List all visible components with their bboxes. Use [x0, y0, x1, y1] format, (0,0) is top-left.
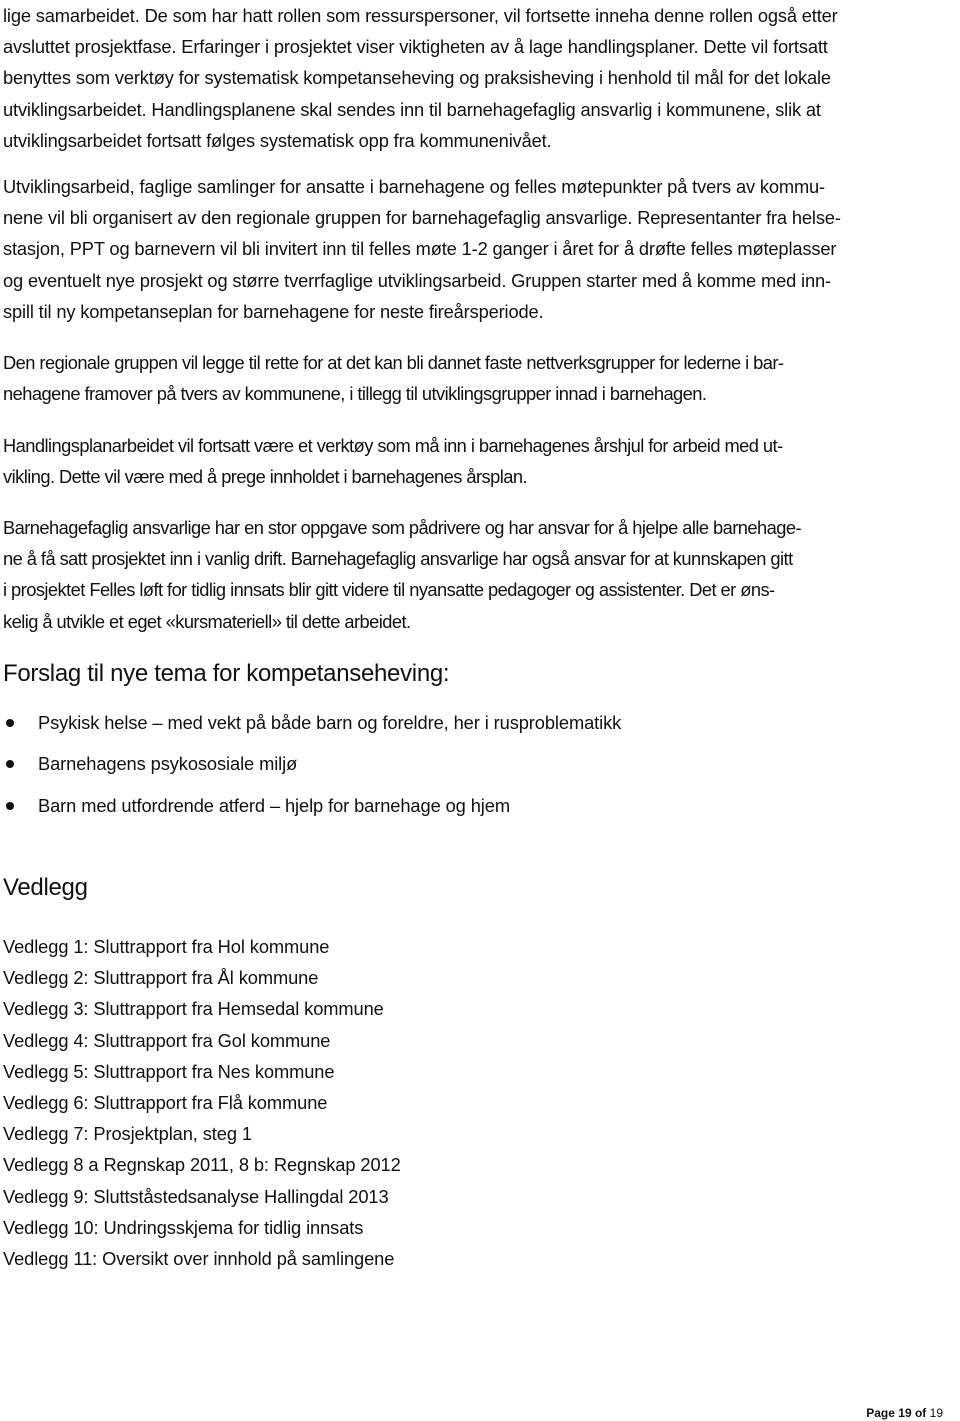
paragraph-responsibility: Barnehagefaglig ansvarlige har en stor o… [3, 512, 802, 637]
list-item-text: Barnehagens psykososiale miljø [38, 753, 298, 775]
bullet-icon [6, 718, 14, 727]
of-label: of [914, 1406, 927, 1420]
attachment-item: Vedlegg 4: Sluttrapport fra Gol kommune [3, 1029, 331, 1051]
attachment-item: Vedlegg 9: Sluttståstedsanalyse Hallingd… [3, 1185, 389, 1207]
attachment-item: Vedlegg 7: Prosjektplan, steg 1 [3, 1123, 252, 1145]
attachment-item: Vedlegg 5: Sluttrapport fra Nes kommune [3, 1060, 335, 1082]
list-item-text: Psykisk helse – med vekt på både barn og… [38, 711, 622, 733]
text-line: og eventuelt nye prosjekt og større tver… [3, 269, 831, 291]
attachment-item: Vedlegg 6: Sluttrapport fra Flå kommune [3, 1092, 328, 1114]
paragraph-regional-group: Den regionale gruppen vil legge til rett… [3, 347, 784, 409]
attachment-item: Vedlegg 2: Sluttrapport fra Ål kommune [3, 967, 319, 989]
attachments-heading: Vedlegg [3, 874, 88, 901]
attachment-item: Vedlegg 3: Sluttrapport fra Hemsedal kom… [3, 998, 384, 1020]
text-line: Utviklingsarbeid, faglige samlinger for … [3, 176, 825, 197]
paragraph-continuation: lige samarbeidet. De som har hatt rollen… [3, 0, 838, 156]
attachment-item: Vedlegg 10: Undringsskjema for tidlig in… [3, 1216, 364, 1238]
text-line: lige samarbeidet. De som har hatt rollen… [3, 5, 838, 26]
text-line: spill til ny kompetanseplan for barnehag… [3, 300, 544, 322]
text-line: utviklingsarbeidet. Handlingsplanene ska… [3, 98, 821, 120]
text-line: stasjon, PPT og barnevern vil bli invite… [3, 238, 837, 260]
text-line: i prosjektet Felles løft for tidlig inns… [3, 579, 775, 601]
page-number-footer: Page 19 of 19 [866, 1405, 943, 1421]
list-item: Barnehagens psykososiale miljø [3, 744, 621, 786]
text-line: vikling. Dette vil være med å prege innh… [3, 466, 528, 488]
attachment-item: Vedlegg 1: Sluttrapport fra Hol kommune [3, 936, 330, 957]
bullet-icon [6, 760, 14, 769]
text-line: ne å få satt prosjektet inn i vanlig dri… [3, 548, 793, 570]
attachment-item: Vedlegg 8 a Regnskap 2011, 8 b: Regnskap… [3, 1154, 401, 1176]
text-line: Barnehagefaglig ansvarlige har en stor o… [3, 517, 802, 538]
text-line: nene vil bli organisert av den regionale… [3, 207, 841, 229]
list-item-text: Barn med utfordrende atferd – hjelp for … [38, 794, 510, 816]
competence-heading: Forslag til nye tema for kompetansehevin… [3, 660, 450, 687]
text-line: kelig å utvikle et eget «kursmateriell» … [3, 610, 411, 632]
text-line: benyttes som verktøy for systematisk kom… [3, 67, 831, 89]
total-pages-number: 19 [929, 1406, 943, 1420]
text-line: utviklingsarbeidet fortsatt følges syste… [3, 129, 552, 151]
bullet-icon [6, 801, 14, 810]
page-label: Page [866, 1406, 895, 1420]
text-line: avsluttet prosjektfase. Erfaringer i pro… [3, 36, 828, 58]
attachment-item: Vedlegg 11: Oversikt over innhold på sam… [3, 1248, 395, 1270]
paragraph-development-work: Utviklingsarbeid, faglige samlinger for … [3, 171, 841, 327]
attachments-list: Vedlegg 1: Sluttrapport fra Hol kommune … [3, 931, 401, 1274]
text-line: Den regionale gruppen vil legge til rett… [3, 352, 784, 373]
list-item: Barn med utfordrende atferd – hjelp for … [3, 785, 621, 827]
text-line: nehagene framover på tvers av kommunene,… [3, 383, 707, 405]
current-page-number: 19 [898, 1406, 912, 1420]
paragraph-action-plan: Handlingsplanarbeidet vil fortsatt være … [3, 430, 783, 492]
list-item: Psykisk helse – med vekt på både barn og… [3, 702, 621, 744]
competence-topic-list: Psykisk helse – med vekt på både barn og… [3, 702, 621, 827]
text-line: Handlingsplanarbeidet vil fortsatt være … [3, 435, 783, 456]
